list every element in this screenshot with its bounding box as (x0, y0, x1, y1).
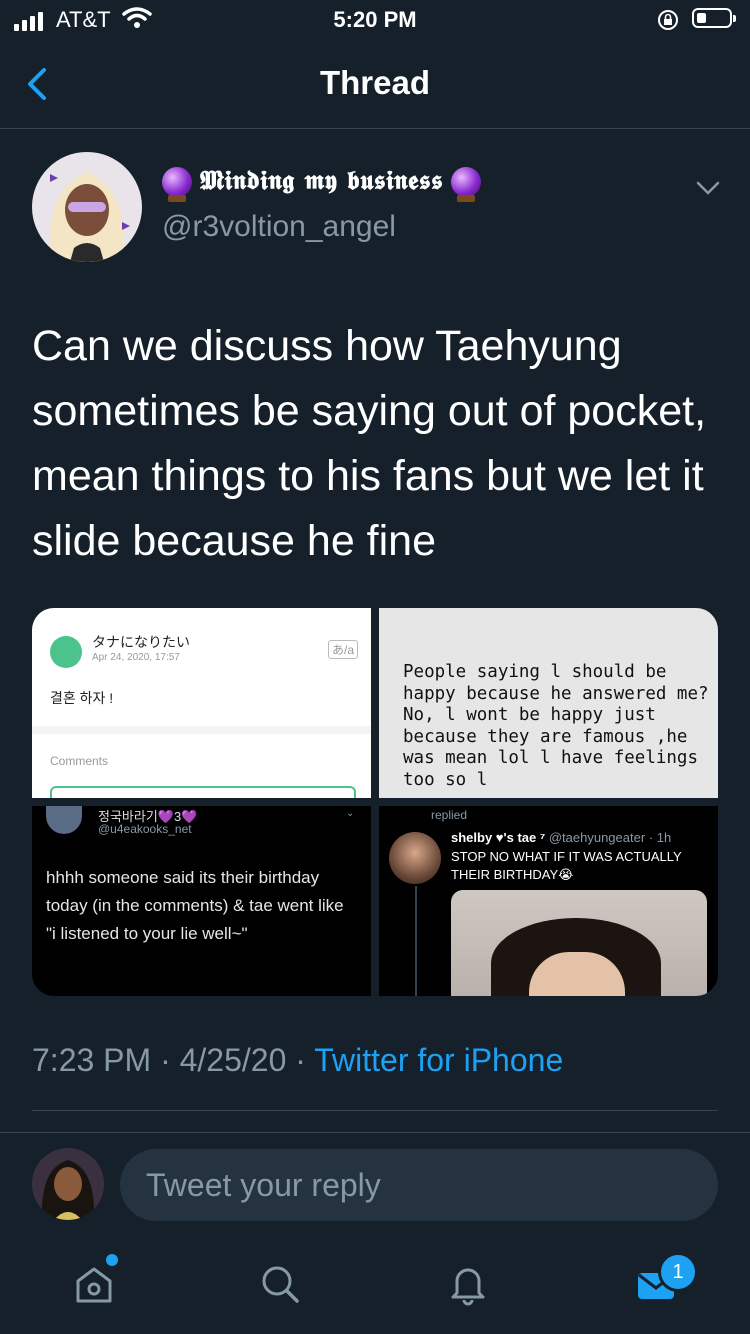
avatar (46, 806, 82, 834)
replied-label: replied (431, 808, 468, 822)
screenshot-handle: @u4eakooks_net (98, 822, 192, 836)
notes-text: People saying l should be happy because … (403, 662, 709, 790)
tab-search[interactable] (250, 1254, 310, 1314)
media-image-4[interactable]: replied shelby ♥'s tae ⁷ @taehyungeater … (379, 806, 718, 996)
media-grid: タナになりたい Apr 24, 2020, 17:57 あ/a 결혼 하자 ! … (32, 608, 718, 996)
messages-badge: 1 (658, 1252, 698, 1292)
comments-label: Comments (50, 754, 109, 768)
user-avatar[interactable] (32, 1148, 104, 1220)
tab-notifications[interactable] (438, 1254, 498, 1314)
chevron-down-icon[interactable] (694, 176, 722, 200)
search-icon (262, 1266, 299, 1303)
tab-home[interactable] (64, 1254, 124, 1314)
tab-bar: 1 (0, 1236, 750, 1334)
reply-input[interactable] (120, 1149, 718, 1221)
battery-icon (692, 8, 736, 28)
screenshot-text: STOP NO WHAT IF IT WAS ACTUALLY THEIR BI… (451, 849, 682, 882)
author-avatar[interactable] (32, 152, 142, 262)
tweet-source-link[interactable]: Twitter for iPhone (314, 1042, 563, 1078)
screenshot-author: shelby ♥'s tae ⁷ @taehyungeater · 1h (451, 830, 671, 845)
tweet-date: 4/25/20 (179, 1042, 287, 1078)
status-time: 5:20 PM (333, 7, 417, 32)
screenshot-handle-time: @taehyungeater · 1h (548, 830, 672, 845)
home-icon (76, 1267, 112, 1303)
orientation-lock-icon (658, 10, 678, 30)
divider (32, 1110, 718, 1111)
comment-box (50, 786, 356, 798)
tweet-text: Can we discuss how Taehyung sometimes be… (32, 322, 707, 565)
new-tweets-dot (106, 1254, 118, 1266)
divider (0, 1132, 750, 1133)
author-handle[interactable]: @r3voltion_angel (162, 210, 396, 244)
media-image-1[interactable]: タナになりたい Apr 24, 2020, 17:57 あ/a 결혼 하자 ! … (32, 608, 371, 798)
media-image-3[interactable]: 정국바라기💜3💜 @u4eakooks_net ⌄ hhhh someone s… (32, 806, 371, 996)
crystal-ball-icon (451, 166, 482, 202)
post-body: 결혼 하자 ! (50, 690, 114, 706)
separator (32, 726, 371, 734)
screenshot-text: hhhh someone said its their birthday tod… (46, 868, 344, 943)
thread-line (415, 886, 417, 996)
avatar (389, 832, 441, 884)
bell-icon (451, 1268, 485, 1306)
tab-messages[interactable]: 1 (626, 1252, 698, 1314)
app-logo-icon (50, 636, 82, 668)
post-author: タナになりたい (92, 634, 190, 650)
translate-icon: あ/a (328, 640, 359, 659)
tweet-time: 7:23 PM (32, 1042, 152, 1078)
post-date: Apr 24, 2020, 17:57 (92, 652, 180, 663)
tweet-timestamp: 7:23 PM · 4/25/20 · Twitter for iPhone (32, 1042, 564, 1078)
crystal-ball-icon (162, 166, 192, 202)
author-display-name[interactable]: 𝕸𝖎𝖓𝖉𝖎𝖓𝖌 𝖒𝖞 𝖇𝖚𝖘𝖎𝖓𝖊𝖘𝖘 (162, 166, 482, 202)
nav-bar: Thread (0, 40, 750, 129)
media-image-2[interactable]: People saying l should be happy because … (379, 608, 718, 798)
status-bar: AT&T 5:20 PM (0, 0, 750, 40)
page-title: Thread (319, 64, 431, 101)
screenshot-author-name: shelby ♥'s tae ⁷ (451, 830, 546, 845)
photo (451, 890, 707, 996)
chevron-down-icon: ⌄ (346, 808, 355, 819)
author-name-text: 𝕸𝖎𝖓𝖉𝖎𝖓𝖌 𝖒𝖞 𝖇𝖚𝖘𝖎𝖓𝖊𝖘𝖘 (200, 166, 444, 196)
